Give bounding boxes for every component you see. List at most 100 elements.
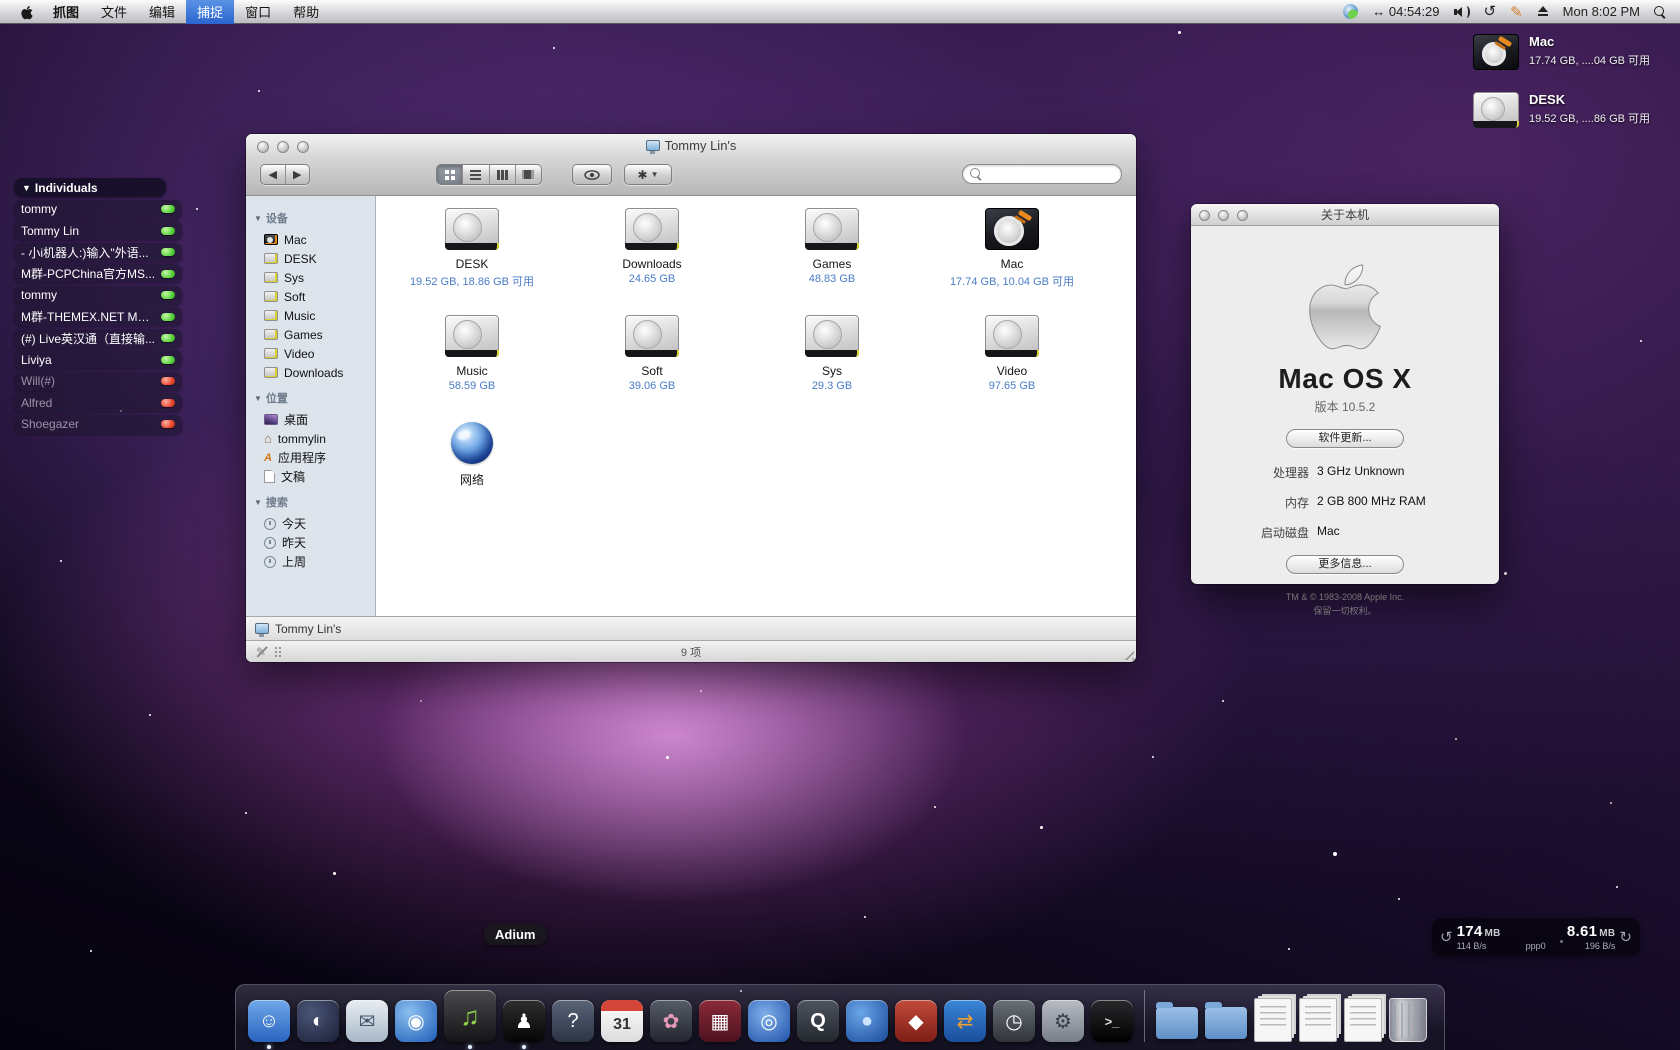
hdd-mac-icon <box>985 208 1039 250</box>
tux-messenger-icon[interactable]: ♟ <box>503 1000 545 1042</box>
sidebar-item-music[interactable]: Music <box>256 306 375 325</box>
volume-item-games[interactable]: Games 48.83 GB <box>742 198 922 305</box>
browser-icon[interactable]: ◉ <box>395 1000 437 1042</box>
volume-item-desk[interactable]: DESK 19.52 GB, 18.86 GB 可用 <box>382 198 562 305</box>
applications-stack-icon[interactable] <box>1156 1007 1198 1039</box>
buddy-row[interactable]: Shoegazer <box>14 415 182 434</box>
adium-menubar-icon[interactable] <box>1343 4 1358 19</box>
trash-icon[interactable] <box>1389 998 1427 1042</box>
help-viewer-icon[interactable]: ? <box>552 1000 594 1042</box>
network-item[interactable]: 网络 <box>382 412 562 519</box>
sidebar-item-sys[interactable]: Sys <box>256 268 375 287</box>
sidebar-item-applications[interactable]: A应用程序 <box>256 448 375 467</box>
hdd-icon <box>445 315 499 357</box>
eject-icon[interactable] <box>1537 6 1549 18</box>
menu-window[interactable]: 窗口 <box>234 0 282 24</box>
back-button[interactable]: ◀ <box>261 168 285 181</box>
menu-capture[interactable]: 捕捉 <box>186 0 234 24</box>
desktop-icon-desk[interactable]: DESK 19.52 GB, ....86 GB 可用 <box>1473 92 1650 128</box>
network-monitor-widget[interactable]: ↺ 174MB 8.61MB 114 B/s ppp0 196 B/s ↻ <box>1432 918 1640 956</box>
volume-item-mac[interactable]: Mac 17.74 GB, 10.04 GB 可用 <box>922 198 1102 305</box>
photos-icon[interactable]: ✿ <box>650 1000 692 1042</box>
transfer-app-icon[interactable]: ⇄ <box>944 1000 986 1042</box>
volume-item-sys[interactable]: Sys 29.3 GB <box>742 305 922 412</box>
menu-app-name[interactable]: 抓图 <box>42 0 90 24</box>
files-stack-icon[interactable] <box>1299 998 1337 1042</box>
buddy-row[interactable]: Will(#) <box>14 372 182 391</box>
sidebar-item-documents[interactable]: 文稿 <box>256 467 375 486</box>
coverflow-view-button[interactable] <box>516 165 541 184</box>
quicktime-icon[interactable]: Q <box>797 1000 839 1042</box>
desktop-icon-mac[interactable]: Mac 17.74 GB, ....04 GB 可用 <box>1473 34 1650 70</box>
buddy-row[interactable]: tommy <box>14 286 182 305</box>
spotlight-icon[interactable] <box>1654 6 1666 18</box>
buddy-row[interactable]: tommy <box>14 200 182 219</box>
menu-edit[interactable]: 编辑 <box>138 0 186 24</box>
interface-name: ppp0 <box>1526 941 1546 951</box>
search-field[interactable] <box>962 164 1122 184</box>
theater-icon[interactable]: ▦ <box>699 1000 741 1042</box>
orb-app-icon[interactable]: ● <box>846 1000 888 1042</box>
finder-icon[interactable]: ☺ <box>248 1000 290 1042</box>
menu-help[interactable]: 帮助 <box>282 0 330 24</box>
time-machine-icon[interactable]: ↺ <box>1484 4 1497 19</box>
volume-item-downloads[interactable]: Downloads 24.65 GB <box>562 198 742 305</box>
documents-stack-icon[interactable] <box>1254 998 1292 1042</box>
red-app-icon[interactable]: ◆ <box>895 1000 937 1042</box>
clock-app-icon[interactable]: ◷ <box>993 1000 1035 1042</box>
buddy-row[interactable]: M群-THEMEX.NET MSN群 <box>14 307 182 326</box>
sidebar-section-devices[interactable]: ▼设备 <box>254 210 375 226</box>
buddy-row[interactable]: Alfred <box>14 393 182 412</box>
desktop-icon <box>264 414 278 425</box>
terminal-icon[interactable]: >_ <box>1091 1000 1133 1042</box>
system-preferences-icon[interactable]: ⚙ <box>1042 1000 1084 1042</box>
sidebar-item-games[interactable]: Games <box>256 325 375 344</box>
buddy-row[interactable]: Liviya <box>14 350 182 369</box>
volume-item-music[interactable]: Music 58.59 GB <box>382 305 562 412</box>
buddy-row[interactable]: Tommy Lin <box>14 221 182 240</box>
sidebar-item-today[interactable]: 今天 <box>256 514 375 533</box>
sidebar-item-yesterday[interactable]: 昨天 <box>256 533 375 552</box>
finder-titlebar[interactable]: Tommy Lin's ◀ ▶ ✱▼ <box>246 134 1136 196</box>
sidebar-item-desktop[interactable]: 桌面 <box>256 410 375 429</box>
sidebar-section-search[interactable]: ▼搜索 <box>254 494 375 510</box>
sidebar-item-downloads[interactable]: Downloads <box>256 363 375 382</box>
uptime-timer[interactable]: ↔ 04:54:29 <box>1372 4 1439 19</box>
itunes-icon[interactable]: ◎ <box>748 1000 790 1042</box>
sidebar-item-home[interactable]: ⌂tommylin <box>256 429 375 448</box>
input-method-pencil-icon[interactable]: ✎ <box>1510 3 1523 21</box>
menubar-clock[interactable]: Mon 8:02 PM <box>1563 4 1640 19</box>
buddy-group-header[interactable]: ▼ Individuals <box>14 178 166 197</box>
about-titlebar[interactable]: 关于本机 <box>1191 204 1499 226</box>
icon-view-button[interactable] <box>437 165 463 184</box>
apple-menu[interactable] <box>12 4 42 20</box>
buddy-row[interactable]: (#) Live英汉通（直接输... <box>14 329 182 348</box>
notes-stack-icon[interactable] <box>1344 998 1382 1042</box>
quicklook-button[interactable] <box>572 164 612 185</box>
hdd-mac-icon <box>264 234 278 245</box>
volume-icon[interactable] <box>1454 6 1470 18</box>
volume-item-soft[interactable]: Soft 39.06 GB <box>562 305 742 412</box>
sidebar-section-places[interactable]: ▼位置 <box>254 390 375 406</box>
sphere-app-icon[interactable]: ◐ <box>297 1000 339 1042</box>
finder-pathbar[interactable]: Tommy Lin's <box>246 616 1136 640</box>
action-button[interactable]: ✱▼ <box>624 164 672 185</box>
adium-icon[interactable]: ♫ <box>444 990 496 1042</box>
mail-icon[interactable]: ✉ <box>346 1000 388 1042</box>
ical-icon[interactable]: 31 <box>601 1000 643 1042</box>
menu-file[interactable]: 文件 <box>90 0 138 24</box>
sidebar-item-pastweek[interactable]: 上周 <box>256 552 375 571</box>
buddy-row[interactable]: M群-PCPChina官方MS... <box>14 264 182 283</box>
sidebar-item-mac[interactable]: Mac <box>256 230 375 249</box>
more-info-button[interactable]: 更多信息... <box>1286 555 1404 574</box>
column-view-button[interactable] <box>490 165 516 184</box>
software-update-button[interactable]: 软件更新... <box>1286 429 1404 448</box>
downloads-stack-icon[interactable] <box>1205 1007 1247 1039</box>
sidebar-item-video[interactable]: Video <box>256 344 375 363</box>
sidebar-item-desk[interactable]: DESK <box>256 249 375 268</box>
forward-button[interactable]: ▶ <box>286 168 310 181</box>
buddy-row[interactable]: - 小i机器人:)输入"外语... <box>14 243 182 262</box>
sidebar-item-soft[interactable]: Soft <box>256 287 375 306</box>
list-view-button[interactable] <box>463 165 489 184</box>
volume-item-video[interactable]: Video 97.65 GB <box>922 305 1102 412</box>
